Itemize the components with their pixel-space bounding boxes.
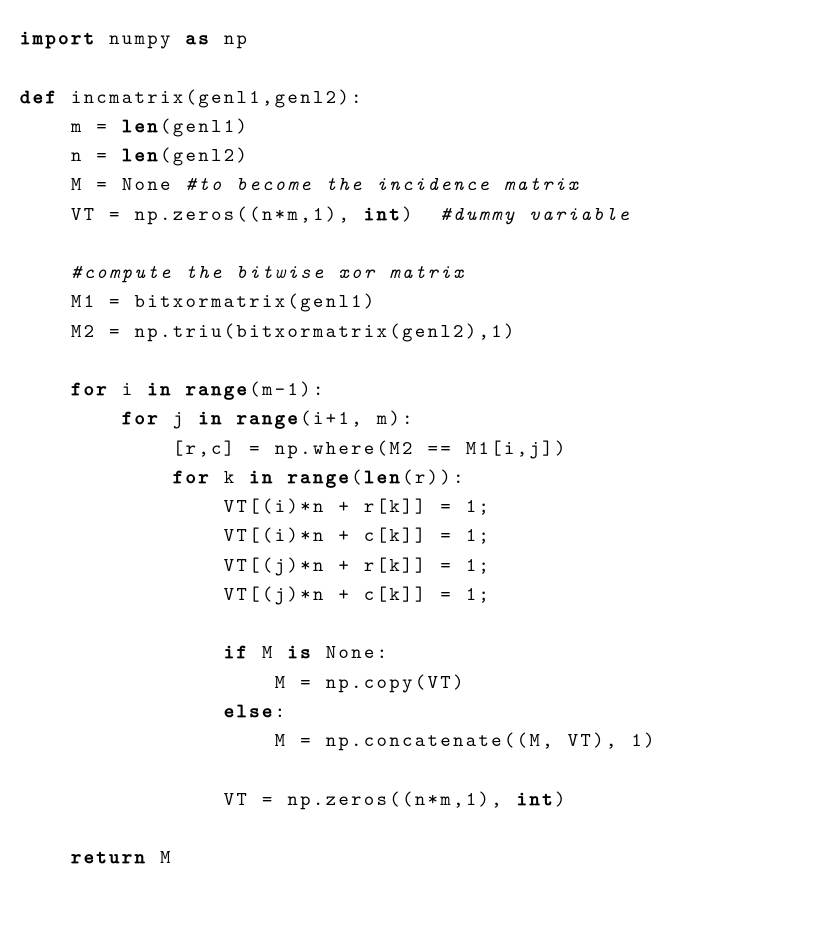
kw-return: return [71,844,147,870]
line-23: M = np.copy(VT) [20,669,466,695]
line-19: VT[(j)*n + r[k]] = 1; [20,552,491,578]
builtin-int: int [517,786,555,812]
line-1: import numpy as np [20,25,249,51]
line-14: for j in range(i+1, m): [20,405,415,431]
kw-in: in [147,376,172,402]
line-5: n = len(genl2) [20,142,249,168]
builtin-range: range [288,464,352,490]
builtin-range: range [186,376,250,402]
line-17: VT[(i)*n + r[k]] = 1; [20,493,491,519]
kw-as: as [186,25,211,51]
kw-else: else [224,698,275,724]
kw-for: for [173,464,211,490]
comment: #to become the incidence matrix [186,171,581,197]
kw-for: for [71,376,109,402]
line-25: M = np.concatenate((M, VT), 1) [20,727,657,753]
line-6: M = None #to become the incidence matrix [20,171,580,197]
line-10: M1 = bitxormatrix(genl1) [20,288,377,314]
kw-if: if [224,639,249,665]
line-16: for k in range(len(r)): [20,464,466,490]
line-3: def incmatrix(genl1,genl2): [20,84,364,110]
kw-for: for [122,405,160,431]
line-20: VT[(j)*n + c[k]] = 1; [20,581,491,607]
builtin-len: len [122,142,160,168]
line-7: VT = np.zeros((n*m,1), int) #dummy varia… [20,201,631,227]
kw-in: in [249,464,274,490]
line-15: [r,c] = np.where(M2 == M1[i,j]) [20,435,568,461]
line-13: for i in range(m-1): [20,376,326,402]
kw-is: is [288,639,313,665]
line-4: m = len(genl1) [20,113,249,139]
line-29: return M [20,844,173,870]
line-27: VT = np.zeros((n*m,1), int) [20,786,568,812]
builtin-len: len [122,113,160,139]
builtin-int: int [364,201,402,227]
kw-def: def [20,84,58,110]
line-9: #compute the bitwise xor matrix [20,259,466,285]
comment: #dummy variable [440,201,631,227]
kw-in: in [198,405,223,431]
line-24: else: [20,698,288,724]
kw-import: import [20,25,96,51]
builtin-len: len [364,464,402,490]
code-listing: import numpy as np def incmatrix(genl1,g… [20,24,818,872]
line-22: if M is None: [20,639,389,665]
comment: #compute the bitwise xor matrix [71,259,466,285]
builtin-range: range [237,405,301,431]
line-18: VT[(i)*n + c[k]] = 1; [20,522,491,548]
line-11: M2 = np.triu(bitxormatrix(genl2),1) [20,318,517,344]
